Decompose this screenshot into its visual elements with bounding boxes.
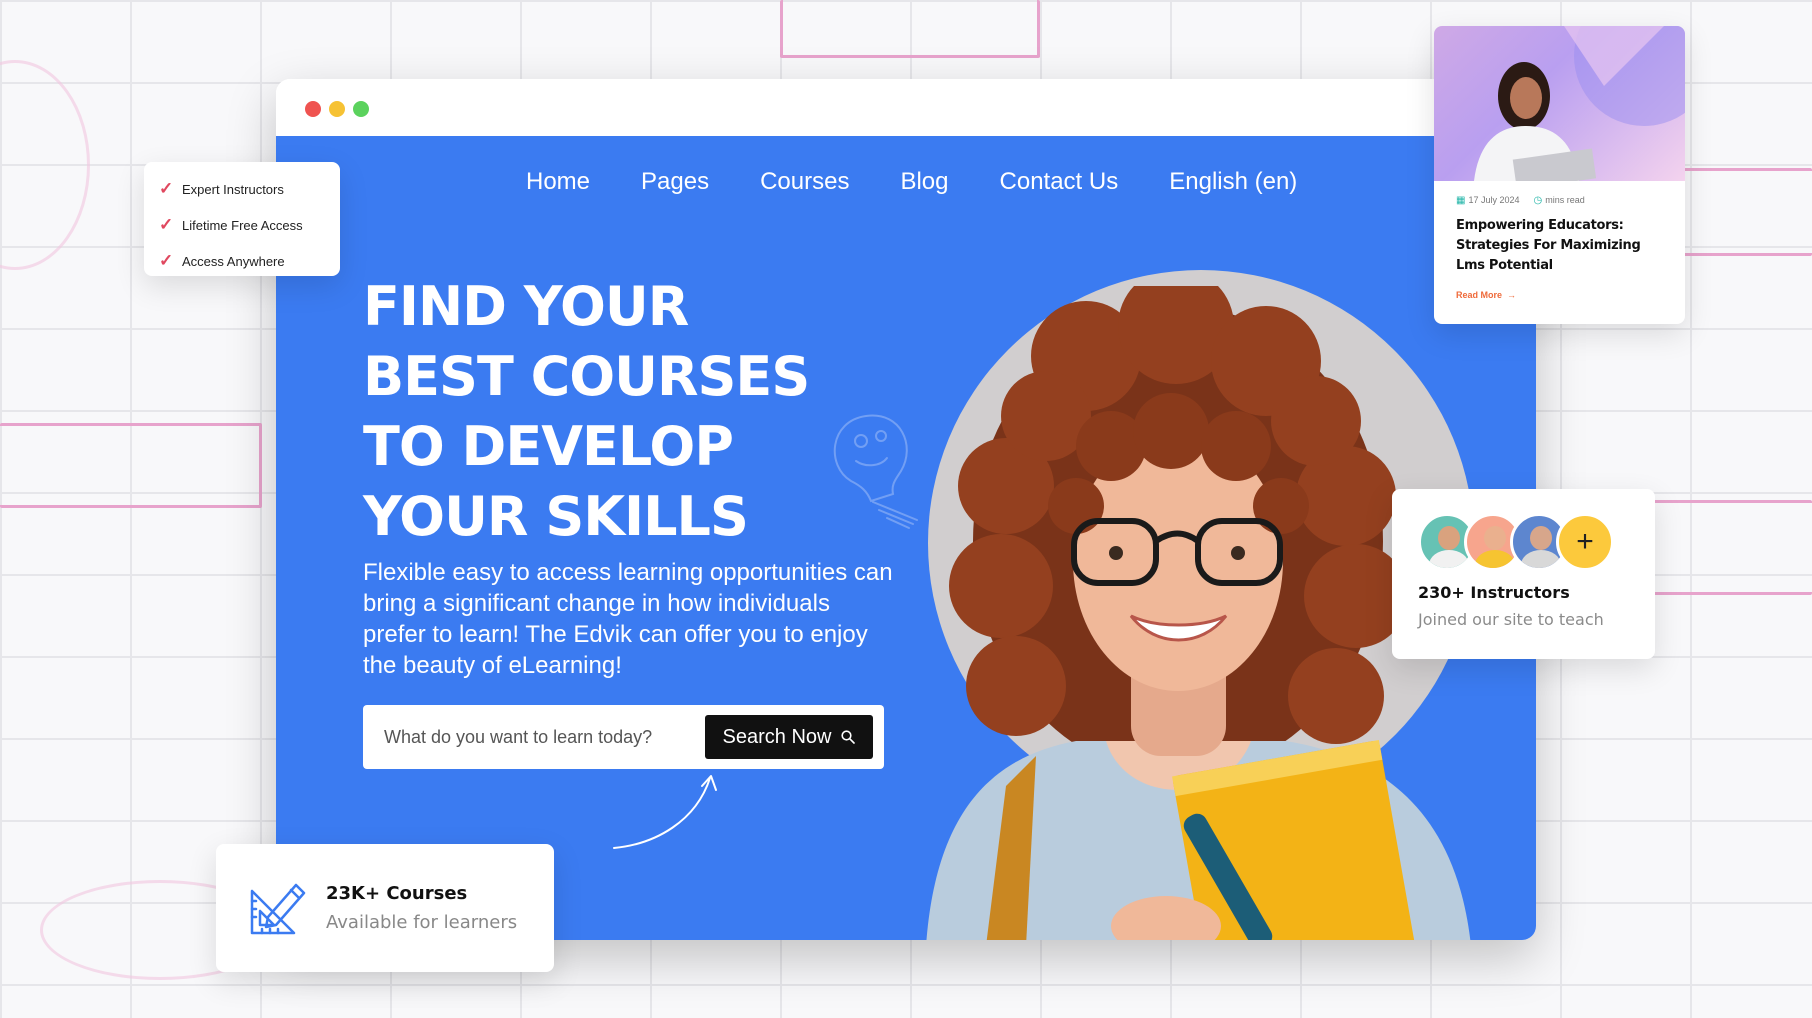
post-date: ▦ 17 July 2024: [1456, 195, 1520, 206]
decor-pink-frame-right-lower: [1640, 500, 1812, 595]
courses-subtitle: Available for learners: [326, 912, 518, 933]
check-icon: ✓: [159, 251, 174, 270]
headline-line-1: FIND YOUR: [363, 275, 689, 338]
arrow-right-icon: →: [1504, 290, 1517, 300]
hero-section: Home Pages Courses Blog Contact Us Engli…: [276, 136, 1536, 940]
blog-post-meta: ▦ 17 July 2024 ◷ mins read: [1456, 195, 1671, 206]
headline-line-2: BEST COURSES: [363, 345, 810, 408]
instructors-subtitle: Joined our site to teach: [1418, 610, 1604, 629]
course-search-input[interactable]: [363, 705, 705, 769]
maximize-window-button[interactable]: [353, 101, 369, 117]
hero-headline: FIND YOUR BEST COURSES TO DEVELOP YOUR S…: [363, 272, 883, 552]
read-more-label: Read More: [1456, 290, 1503, 300]
search-icon: [841, 730, 856, 744]
instructors-count: 230+ Instructors: [1418, 583, 1570, 602]
nav-home[interactable]: Home: [526, 168, 590, 196]
main-nav: Home Pages Courses Blog Contact Us Engli…: [526, 168, 1297, 196]
post-date-text: 17 July 2024: [1468, 195, 1520, 205]
instructors-stat-card: + 230+ Instructors Joined our site to te…: [1392, 489, 1655, 659]
blog-post-card[interactable]: ▦ 17 July 2024 ◷ mins read Empowering Educ…: [1434, 26, 1685, 324]
nav-courses[interactable]: Courses: [760, 168, 849, 196]
post-read-time-text: mins read: [1545, 195, 1585, 205]
decor-pink-frame-left: [0, 423, 262, 508]
nav-contact[interactable]: Contact Us: [1000, 168, 1119, 196]
check-icon: ✓: [159, 215, 174, 234]
courses-stat-card: 23K+ Courses Available for learners: [216, 844, 554, 972]
clock-icon: ◷: [1533, 195, 1543, 206]
feature-item: ✓ Expert Instructors: [159, 171, 340, 207]
nav-language[interactable]: English (en): [1169, 168, 1297, 196]
nav-pages[interactable]: Pages: [641, 168, 709, 196]
decor-pink-frame-top: [780, 0, 1040, 58]
decor-swirl-left: [0, 60, 90, 270]
post-read-time: ◷ mins read: [1534, 195, 1585, 206]
blog-post-title[interactable]: Empowering Educators: Strategies For Max…: [1456, 216, 1671, 276]
courses-count: 23K+ Courses: [326, 883, 468, 904]
instructor-avatars: +: [1418, 513, 1655, 571]
feature-item: ✓ Access Anywhere: [159, 243, 340, 279]
headline-line-4: YOUR SKILLS: [363, 485, 749, 548]
course-search-bar: Search Now: [363, 705, 884, 769]
calendar-icon: ▦: [1456, 195, 1466, 206]
check-icon: ✓: [159, 179, 174, 198]
close-window-button[interactable]: [305, 101, 321, 117]
headline-line-3: TO DEVELOP: [363, 415, 734, 478]
feature-label: Expert Instructors: [182, 181, 284, 197]
read-more-link[interactable]: Read More →: [1456, 290, 1516, 300]
hero-description: Flexible easy to access learning opportu…: [363, 559, 893, 679]
browser-window: Home Pages Courses Blog Contact Us Engli…: [276, 79, 1536, 940]
search-now-button[interactable]: Search Now: [705, 715, 873, 759]
search-button-label: Search Now: [722, 725, 832, 748]
add-instructor-button[interactable]: +: [1556, 513, 1614, 571]
feature-label: Access Anywhere: [182, 253, 285, 269]
feature-item: ✓ Lifetime Free Access: [159, 207, 340, 243]
features-checklist-card: ✓ Expert Instructors ✓ Lifetime Free Acc…: [144, 162, 340, 276]
blog-post-image: [1434, 26, 1685, 181]
minimize-window-button[interactable]: [329, 101, 345, 117]
curved-arrow-icon: [613, 775, 717, 849]
blog-post-body: ▦ 17 July 2024 ◷ mins read Empowering Educ…: [1434, 181, 1685, 303]
feature-label: Lifetime Free Access: [182, 217, 303, 233]
pencil-ruler-icon: [250, 883, 306, 935]
window-titlebar: [276, 79, 1536, 136]
nav-blog[interactable]: Blog: [900, 168, 948, 196]
